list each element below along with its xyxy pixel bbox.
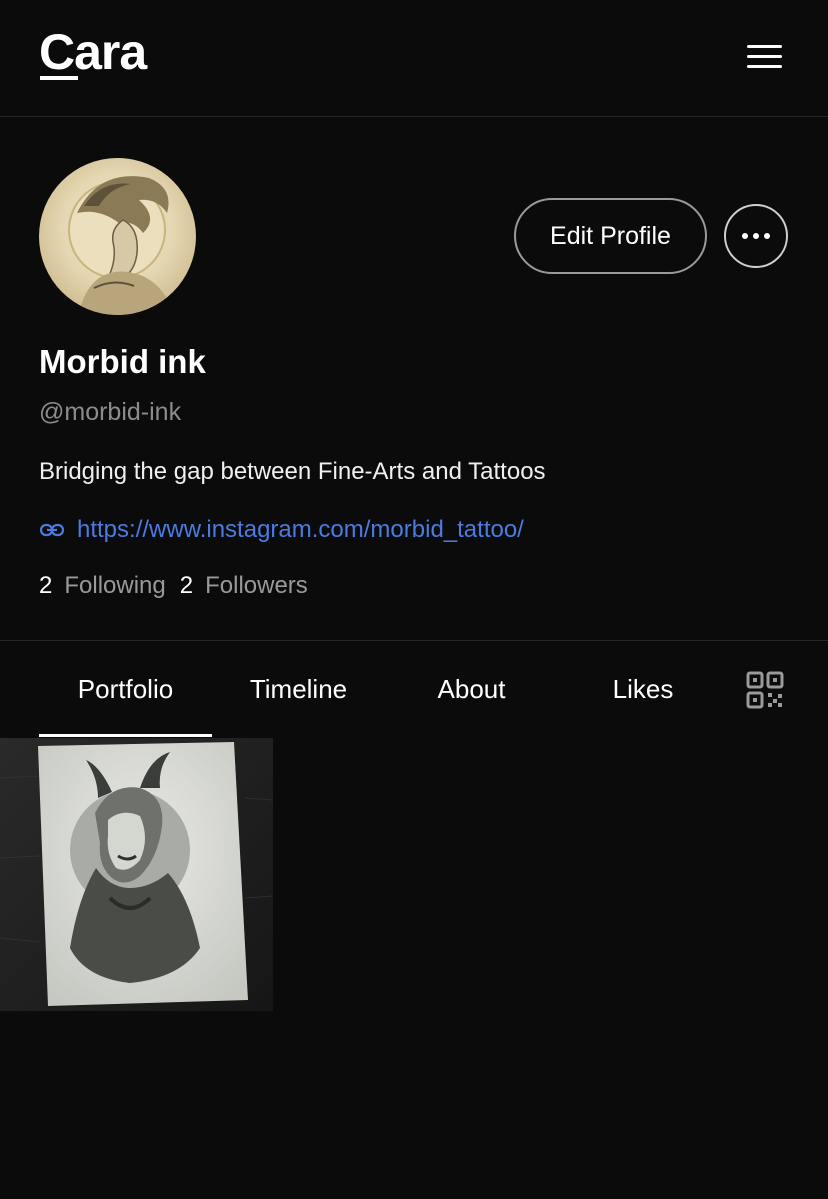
tabs-divider — [0, 640, 828, 641]
link-icon — [39, 523, 65, 537]
followers-label[interactable]: Followers — [205, 570, 308, 602]
profile-avatar[interactable] — [39, 158, 196, 315]
logo-underline — [40, 76, 78, 80]
tab-about[interactable]: About — [385, 666, 558, 712]
more-options-icon[interactable] — [724, 204, 788, 268]
dot — [764, 233, 770, 239]
following-count[interactable]: 2 — [39, 570, 52, 602]
display-name: Morbid ink — [39, 343, 206, 380]
cara-logo[interactable]: Cara — [39, 22, 147, 82]
tab-timeline[interactable]: Timeline — [212, 666, 385, 712]
top-navbar: Cara — [0, 0, 828, 117]
active-tab-indicator — [39, 734, 212, 737]
portfolio-item[interactable] — [0, 738, 273, 1011]
profile-link-row: https://www.instagram.com/morbid_tattoo/ — [39, 514, 524, 546]
follow-stats: 2 Following 2 Followers — [39, 570, 322, 602]
dot — [742, 233, 748, 239]
hamburger-menu-icon[interactable] — [744, 43, 784, 71]
qr-code-icon[interactable] — [745, 670, 785, 710]
tab-likes[interactable]: Likes — [558, 666, 728, 712]
following-label[interactable]: Following — [64, 570, 165, 602]
instagram-link[interactable]: https://www.instagram.com/morbid_tattoo/ — [77, 516, 524, 544]
profile-bio: Bridging the gap between Fine-Arts and T… — [39, 458, 546, 485]
edit-profile-button[interactable]: Edit Profile — [514, 198, 707, 274]
user-handle: @morbid-ink — [39, 398, 182, 426]
followers-count[interactable]: 2 — [180, 570, 193, 602]
dot — [753, 233, 759, 239]
tab-portfolio[interactable]: Portfolio — [39, 666, 212, 712]
